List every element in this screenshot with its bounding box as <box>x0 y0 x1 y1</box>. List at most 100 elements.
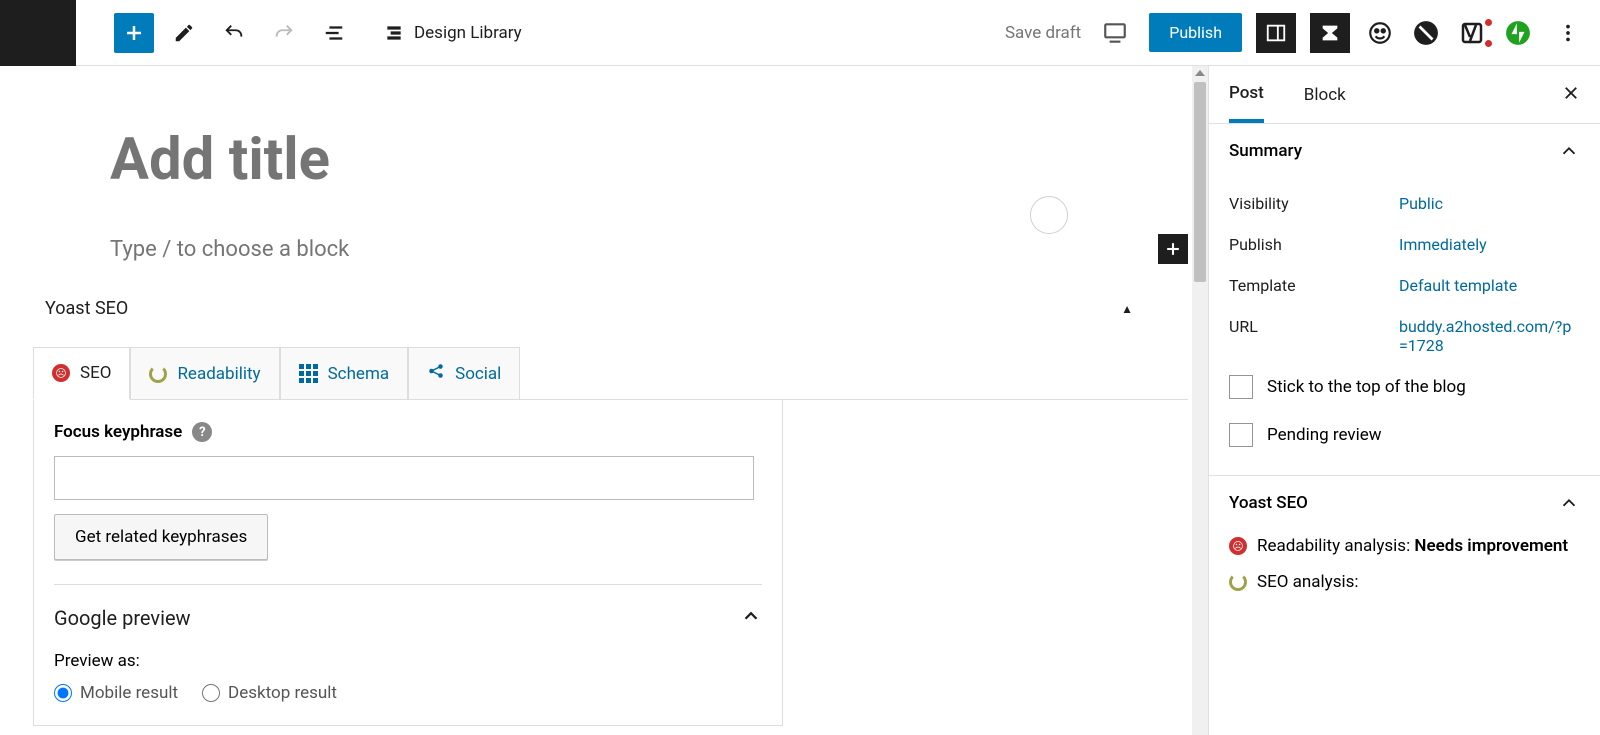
url-value[interactable]: buddy.a2hosted.com/?p=1728 <box>1399 317 1579 355</box>
stick-label: Stick to the top of the blog <box>1267 377 1466 397</box>
chevron-up-icon: ▲ <box>1121 302 1133 316</box>
readability-status: Needs improvement <box>1414 536 1568 556</box>
tools-button[interactable] <box>164 13 204 53</box>
settings-sidebar-button[interactable] <box>1256 13 1296 53</box>
url-label: URL <box>1229 317 1399 355</box>
design-lib-icon <box>384 23 404 43</box>
save-draft-button[interactable]: Save draft <box>1005 23 1081 43</box>
template-label: Template <box>1229 276 1399 295</box>
plus-icon <box>122 21 146 45</box>
pending-review-row[interactable]: Pending review <box>1229 411 1580 459</box>
scroll-up-icon <box>1195 70 1205 76</box>
readability-label: Readability analysis: <box>1257 536 1410 556</box>
yoast-tabs: ☹ SEO Readability Schema Social <box>33 347 1188 400</box>
spinner-icon <box>1229 573 1247 591</box>
block-row: Type / to choose a block <box>110 234 1188 264</box>
google-preview-label: Google preview <box>54 606 740 630</box>
summary-toggle[interactable]: Summary <box>1229 140 1580 162</box>
chevron-up-icon <box>740 605 762 631</box>
scrollbar-thumb[interactable] <box>1194 82 1206 282</box>
plugin-monster-button[interactable] <box>1364 17 1396 49</box>
wp-logo-button[interactable] <box>0 0 76 66</box>
pending-checkbox[interactable] <box>1229 423 1253 447</box>
plugin-block-button[interactable] <box>1410 17 1442 49</box>
toolbar-left: Design Library <box>0 0 522 66</box>
preview-as-options: Mobile result Desktop result <box>54 683 762 703</box>
tab-seo-label: SEO <box>80 363 111 383</box>
spinner-icon <box>149 365 167 383</box>
plugin-jetpack-button[interactable] <box>1502 17 1534 49</box>
tab-seo[interactable]: ☹ SEO <box>33 347 130 400</box>
list-icon <box>323 22 345 44</box>
yoast-seo-content: Focus keyphrase ? Get related keyphrases… <box>33 400 783 726</box>
design-library-label: Design Library <box>414 23 522 43</box>
chevron-up-icon <box>1558 492 1580 514</box>
redo-icon <box>273 22 295 44</box>
plugin-yoast-button[interactable] <box>1456 17 1488 49</box>
preview-button[interactable] <box>1095 13 1135 53</box>
block-icon <box>1413 20 1439 46</box>
template-value[interactable]: Default template <box>1399 276 1517 295</box>
add-block-button[interactable] <box>114 13 154 53</box>
toolbar-right: Save draft Publish <box>1005 13 1588 53</box>
pending-label: Pending review <box>1267 425 1382 445</box>
desktop-result-option[interactable]: Desktop result <box>202 683 337 703</box>
mobile-radio[interactable] <box>54 684 72 702</box>
kadence-button[interactable] <box>1310 13 1350 53</box>
yoast-sidebar-title: Yoast SEO <box>1229 493 1558 513</box>
tab-readability-label: Readability <box>177 364 260 384</box>
visibility-value[interactable]: Public <box>1399 194 1443 213</box>
publish-button[interactable]: Publish <box>1149 13 1242 52</box>
tab-schema[interactable]: Schema <box>280 347 409 399</box>
post-title-input[interactable] <box>110 126 930 194</box>
options-menu-button[interactable] <box>1548 13 1588 53</box>
tab-readability[interactable]: Readability <box>130 347 279 399</box>
settings-sidebar: Post Block Summary Visibility Public Pub… <box>1208 66 1600 735</box>
sidebar-tab-block[interactable]: Block <box>1304 69 1346 121</box>
stick-to-top-row[interactable]: Stick to the top of the blog <box>1229 363 1580 411</box>
help-icon[interactable]: ? <box>192 422 212 442</box>
focus-keyphrase-label: Focus keyphrase ? <box>54 422 762 442</box>
yoast-seo-panel: Yoast SEO ▲ ☹ SEO Readability Schema <box>45 284 1188 726</box>
seo-analysis-label: SEO analysis: <box>1257 572 1359 592</box>
mobile-result-option[interactable]: Mobile result <box>54 683 178 703</box>
scrollbar[interactable] <box>1192 66 1208 735</box>
desktop-icon <box>1102 20 1128 46</box>
plus-icon <box>1163 239 1183 259</box>
yoast-panel-toggle[interactable]: Yoast SEO ▲ <box>45 284 1188 333</box>
desktop-radio[interactable] <box>202 684 220 702</box>
patterns-button[interactable] <box>1030 196 1068 234</box>
design-library-button[interactable]: Design Library <box>384 23 522 43</box>
sad-face-icon: ☹ <box>1229 537 1247 555</box>
readability-analysis-row[interactable]: ☹ Readability analysis: Needs improvemen… <box>1229 528 1580 564</box>
publish-label: Publish <box>1229 235 1399 254</box>
undo-icon <box>223 22 245 44</box>
pencil-icon <box>173 22 195 44</box>
share-icon <box>427 362 445 385</box>
tab-social-label: Social <box>455 364 501 384</box>
stick-checkbox[interactable] <box>1229 375 1253 399</box>
yoast-panel-title: Yoast SEO <box>45 298 128 319</box>
summary-section: Summary Visibility Public Publish Immedi… <box>1209 124 1600 476</box>
add-block-inline-button[interactable] <box>1158 234 1188 264</box>
sad-face-icon: ☹ <box>52 364 70 382</box>
visibility-label: Visibility <box>1229 194 1399 213</box>
chevron-up-icon <box>1558 140 1580 162</box>
close-sidebar-button[interactable] <box>1562 83 1580 107</box>
google-preview-toggle[interactable]: Google preview <box>54 584 762 631</box>
sidebar-tab-post[interactable]: Post <box>1229 67 1264 123</box>
kadence-icon <box>1319 22 1341 44</box>
undo-button[interactable] <box>214 13 254 53</box>
yoast-icon <box>1460 21 1484 45</box>
dots-vertical-icon <box>1557 22 1579 44</box>
block-placeholder-text[interactable]: Type / to choose a block <box>110 237 438 262</box>
document-overview-button[interactable] <box>314 13 354 53</box>
tab-social[interactable]: Social <box>408 347 520 399</box>
yoast-sidebar-toggle[interactable]: Yoast SEO <box>1229 492 1580 514</box>
focus-keyphrase-input[interactable] <box>54 456 754 500</box>
get-related-keyphrases-button[interactable]: Get related keyphrases <box>54 514 268 560</box>
seo-analysis-row[interactable]: SEO analysis: <box>1229 564 1580 600</box>
redo-button[interactable] <box>264 13 304 53</box>
close-icon <box>1562 84 1580 102</box>
publish-value[interactable]: Immediately <box>1399 235 1487 254</box>
